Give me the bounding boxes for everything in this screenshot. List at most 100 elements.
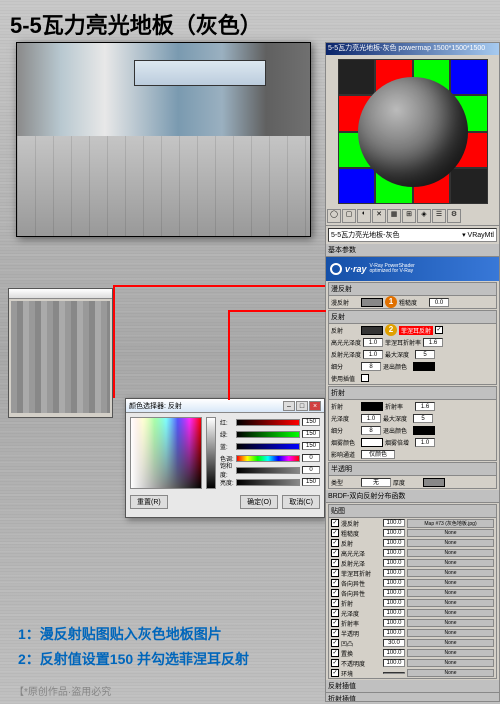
roughness-value[interactable]: 0.0 [429, 298, 449, 307]
map-checkbox[interactable]: ✓ [331, 629, 339, 637]
rgloss-value[interactable]: 1.0 [361, 414, 381, 423]
refl-interp-header[interactable]: 反射插值 [326, 680, 499, 693]
map-slot[interactable]: None [407, 659, 494, 667]
tool-button[interactable]: ◯ [327, 209, 341, 223]
tool-button[interactable]: ▢ [342, 209, 356, 223]
ok-button[interactable]: 确定(O) [240, 495, 278, 509]
map-checkbox[interactable]: ✓ [331, 549, 339, 557]
map-slot[interactable]: None [407, 639, 494, 647]
map-slot[interactable]: None [407, 599, 494, 607]
color-dialog-titlebar[interactable]: 颜色选择器: 反射 – □ × [126, 399, 324, 413]
rexit-swatch[interactable] [413, 426, 435, 435]
interp-checkbox[interactable] [361, 374, 369, 382]
tool-button[interactable]: ◈ [417, 209, 431, 223]
map-amount[interactable]: 100.0 [383, 599, 405, 607]
material-preview[interactable] [338, 59, 488, 204]
map-amount[interactable]: 100.0 [383, 649, 405, 657]
map-checkbox[interactable]: ✓ [331, 639, 339, 647]
green-slider[interactable] [236, 431, 300, 438]
tool-button[interactable]: ☰ [432, 209, 446, 223]
map-checkbox[interactable]: ✓ [331, 609, 339, 617]
map-checkbox[interactable]: ✓ [331, 649, 339, 657]
map-checkbox[interactable]: ✓ [331, 619, 339, 627]
trans-type-value[interactable]: 无 [361, 478, 391, 487]
refract-swatch[interactable] [361, 402, 383, 411]
hue-slider[interactable] [236, 455, 300, 462]
sat-slider[interactable] [236, 467, 300, 474]
maxdepth-value[interactable]: 5 [415, 350, 435, 359]
hue-value[interactable]: 0 [302, 454, 320, 462]
map-amount[interactable]: 100.0 [383, 549, 405, 557]
map-amount[interactable]: 30.0 [383, 639, 405, 647]
map-amount[interactable]: 100.0 [383, 629, 405, 637]
map-amount[interactable]: 100.0 [383, 609, 405, 617]
map-slot[interactable]: None [407, 619, 494, 627]
refr-interp-header[interactable]: 折射插值 [326, 693, 499, 702]
refgloss-value[interactable]: 1.0 [363, 350, 383, 359]
map-checkbox[interactable]: ✓ [331, 599, 339, 607]
refract-ior-value[interactable]: 1.6 [415, 402, 435, 411]
close-button[interactable]: × [309, 401, 321, 411]
map-checkbox[interactable]: ✓ [331, 559, 339, 567]
red-value[interactable]: 150 [302, 418, 320, 426]
cancel-button[interactable]: 取消(C) [282, 495, 320, 509]
fogmult-value[interactable]: 1.0 [415, 438, 435, 447]
map-checkbox[interactable]: ✓ [331, 529, 339, 537]
tool-button[interactable]: ▦ [387, 209, 401, 223]
maximize-button[interactable]: □ [296, 401, 308, 411]
rsubdiv-value[interactable]: 8 [361, 426, 381, 435]
map-checkbox[interactable]: ✓ [331, 569, 339, 577]
value-slider[interactable] [206, 417, 216, 489]
color-picker-dialog[interactable]: 颜色选择器: 反射 – □ × 红:150 绿:150 蓝:150 色调:0 饱… [125, 398, 325, 518]
map-slot[interactable]: Map #73 (灰色地板.jpg) [407, 519, 494, 528]
map-amount[interactable]: 100.0 [383, 579, 405, 587]
map-slot[interactable]: None [407, 609, 494, 617]
map-slot[interactable]: None [407, 549, 494, 557]
map-slot[interactable]: None [407, 669, 494, 677]
material-name-dropdown[interactable]: 5-5瓦力亮光地板-灰色 ▾ VRayMtl [328, 228, 497, 242]
hilight-value[interactable]: 1.0 [363, 338, 383, 347]
map-slot[interactable]: None [407, 649, 494, 657]
map-amount[interactable]: 100.0 [383, 659, 405, 667]
sat-value[interactable]: 0 [302, 466, 320, 474]
fog-swatch[interactable] [361, 438, 383, 447]
tool-button[interactable]: ◐ [357, 209, 371, 223]
map-checkbox[interactable]: ✓ [331, 579, 339, 587]
map-checkbox[interactable]: ✓ [331, 669, 339, 677]
reflect-swatch[interactable] [361, 326, 383, 335]
map-slot[interactable]: None [407, 579, 494, 587]
map-slot[interactable]: None [407, 529, 494, 537]
tool-button[interactable]: ⚙ [447, 209, 461, 223]
map-checkbox[interactable]: ✓ [331, 519, 339, 527]
map-amount[interactable] [383, 672, 405, 674]
map-amount[interactable]: 100.0 [383, 559, 405, 567]
map-slot[interactable]: None [407, 629, 494, 637]
map-slot[interactable]: None [407, 539, 494, 547]
exit-swatch[interactable] [413, 362, 435, 371]
map-amount[interactable]: 100.0 [383, 569, 405, 577]
green-value[interactable]: 150 [302, 430, 320, 438]
texture-preview-window[interactable] [8, 288, 113, 418]
map-amount[interactable]: 100.0 [383, 619, 405, 627]
map-slot[interactable]: None [407, 569, 494, 577]
red-slider[interactable] [236, 419, 300, 426]
map-checkbox[interactable]: ✓ [331, 659, 339, 667]
map-checkbox[interactable]: ✓ [331, 589, 339, 597]
map-slot[interactable]: None [407, 559, 494, 567]
diffuse-swatch[interactable] [361, 298, 383, 307]
rmaxdepth-value[interactable]: 5 [413, 414, 433, 423]
blue-value[interactable]: 150 [302, 442, 320, 450]
reset-button[interactable]: 重置(R) [130, 495, 168, 509]
texture-window-titlebar[interactable] [9, 289, 112, 299]
tool-button[interactable]: ✕ [372, 209, 386, 223]
subdiv-value[interactable]: 8 [361, 362, 381, 371]
fresnel-ior-value[interactable]: 1.6 [423, 338, 443, 347]
fresnel-checkbox[interactable]: ✓ [435, 326, 443, 334]
section-header[interactable]: 基本参数 [326, 244, 499, 257]
map-amount[interactable]: 100.0 [383, 519, 405, 527]
brdf-header[interactable]: BRDF-双向反射分布函数 [326, 490, 499, 503]
minimize-button[interactable]: – [283, 401, 295, 411]
tool-button[interactable]: ⊞ [402, 209, 416, 223]
material-editor-titlebar[interactable]: 5-5瓦力亮光地板-灰色 powermap 1500*1500*1500 [326, 43, 499, 55]
map-checkbox[interactable]: ✓ [331, 539, 339, 547]
